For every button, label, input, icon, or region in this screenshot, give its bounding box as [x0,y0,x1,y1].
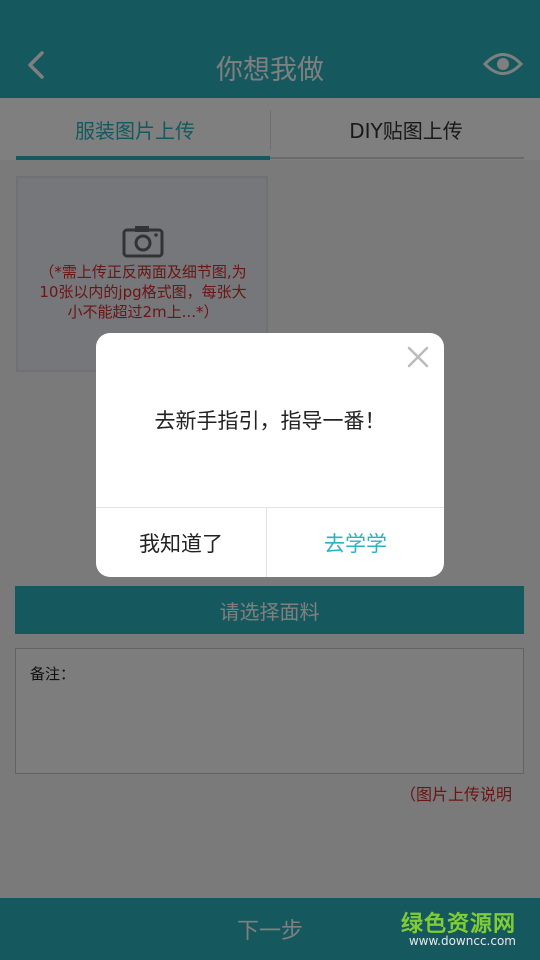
dialog-close-button[interactable] [402,341,434,373]
dismiss-button[interactable]: 我知道了 [96,508,266,577]
dialog-message: 去新手指引，指导一番！ [154,409,386,433]
watermark-url: www.downcc.com [408,934,516,948]
go-learn-button[interactable]: 去学学 [267,508,444,577]
close-icon [407,346,429,368]
guide-dialog: 去新手指引，指导一番！ 我知道了 去学学 [96,333,444,577]
